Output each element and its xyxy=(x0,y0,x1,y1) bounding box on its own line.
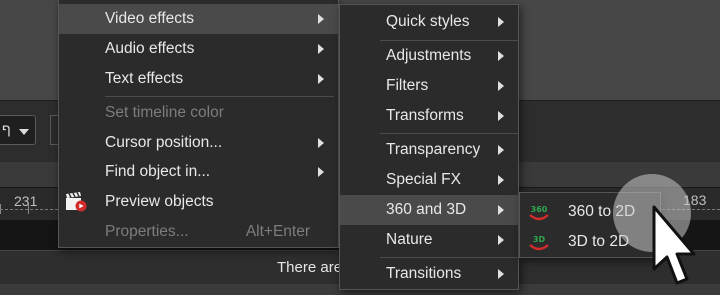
menu-item-properties: Properties... Alt+Enter xyxy=(59,217,338,247)
menu-item-text-effects[interactable]: Text effects xyxy=(59,64,338,94)
menu-separator xyxy=(380,133,518,134)
menu-item-label: Video effects xyxy=(105,10,195,27)
menu-item-label: Preview objects xyxy=(105,193,214,210)
context-menu: Video effects Audio effects Text effects… xyxy=(58,0,339,248)
chevron-down-icon[interactable] xyxy=(19,129,29,135)
submenu-arrow-icon xyxy=(318,138,324,148)
menu-item-transforms[interactable]: Transforms xyxy=(340,101,518,131)
menu-item-label: Set timeline color xyxy=(105,104,224,121)
status-message: There are xyxy=(277,259,343,276)
menu-separator xyxy=(105,96,334,97)
menu-item-label: Text effects xyxy=(105,70,184,87)
menu-item-label: 360 and 3D xyxy=(386,201,467,218)
submenu-arrow-icon xyxy=(498,81,504,91)
menu-item-video-effects[interactable]: Video effects xyxy=(59,4,338,34)
submenu-arrow-icon xyxy=(318,74,324,84)
menu-item-label: Filters xyxy=(386,77,429,94)
menu-item-adjustments[interactable]: Adjustments xyxy=(340,41,518,71)
submenu-arrow-icon xyxy=(498,269,504,279)
zoom-combo[interactable]: ף xyxy=(0,115,36,145)
clapperboard-icon xyxy=(66,192,87,212)
menu-item-label: Quick styles xyxy=(386,13,470,30)
menu-item-audio-effects[interactable]: Audio effects xyxy=(59,34,338,64)
submenu-arrow-icon xyxy=(498,235,504,245)
video-effects-submenu: Quick styles Adjustments Filters Transfo… xyxy=(339,4,519,290)
menu-item-label: Audio effects xyxy=(105,40,195,57)
submenu-arrow-icon xyxy=(498,51,504,61)
menu-item-label: Cursor position... xyxy=(105,134,223,151)
menu-item-label: Properties... xyxy=(105,223,189,240)
mouse-pointer-icon xyxy=(652,205,696,285)
submenu-arrow-icon xyxy=(318,14,324,24)
menu-item-transparency[interactable]: Transparency xyxy=(340,135,518,165)
zoom-combo-value: ף xyxy=(2,121,11,137)
3d-badge-icon: 3D xyxy=(529,235,549,251)
submenu-arrow-icon xyxy=(498,175,504,185)
ruler-label-left: 231 xyxy=(14,193,38,209)
menu-item-cursor-position[interactable]: Cursor position... xyxy=(59,128,338,158)
menu-item-label: Special FX xyxy=(386,171,461,188)
menu-item-nature[interactable]: Nature xyxy=(340,225,518,255)
360-badge-text: 360 xyxy=(531,205,548,214)
menu-item-label: Transitions xyxy=(386,265,462,282)
3d-badge-text: 3D xyxy=(533,235,546,244)
menu-item-special-fx[interactable]: Special FX xyxy=(340,165,518,195)
submenu-arrow-icon xyxy=(498,205,504,215)
menu-item-label: Transparency xyxy=(386,141,481,158)
360-badge-icon: 360 xyxy=(529,205,549,221)
menu-item-quick-styles[interactable]: Quick styles xyxy=(340,7,518,37)
menu-item-shortcut: Alt+Enter xyxy=(245,223,310,240)
submenu-arrow-icon xyxy=(318,167,324,177)
menu-item-transitions[interactable]: Transitions xyxy=(340,259,518,289)
menu-item-label: Transforms xyxy=(386,107,464,124)
submenu-arrow-icon xyxy=(498,145,504,155)
menu-separator xyxy=(380,257,518,258)
submenu-arrow-icon xyxy=(318,44,324,54)
submenu-arrow-icon xyxy=(498,111,504,121)
menu-item-label: Adjustments xyxy=(386,47,472,64)
menu-item-preview-objects[interactable]: Preview objects xyxy=(59,187,338,217)
menu-item-label: Find object in... xyxy=(105,163,211,180)
menu-item-label: Nature xyxy=(386,231,433,248)
submenu-arrow-icon xyxy=(498,17,504,27)
menu-item-filters[interactable]: Filters xyxy=(340,71,518,101)
menu-item-set-timeline-color: Set timeline color xyxy=(59,98,338,128)
menu-item-find-object[interactable]: Find object in... xyxy=(59,157,338,187)
menu-item-360-and-3d[interactable]: 360 and 3D xyxy=(340,195,518,225)
